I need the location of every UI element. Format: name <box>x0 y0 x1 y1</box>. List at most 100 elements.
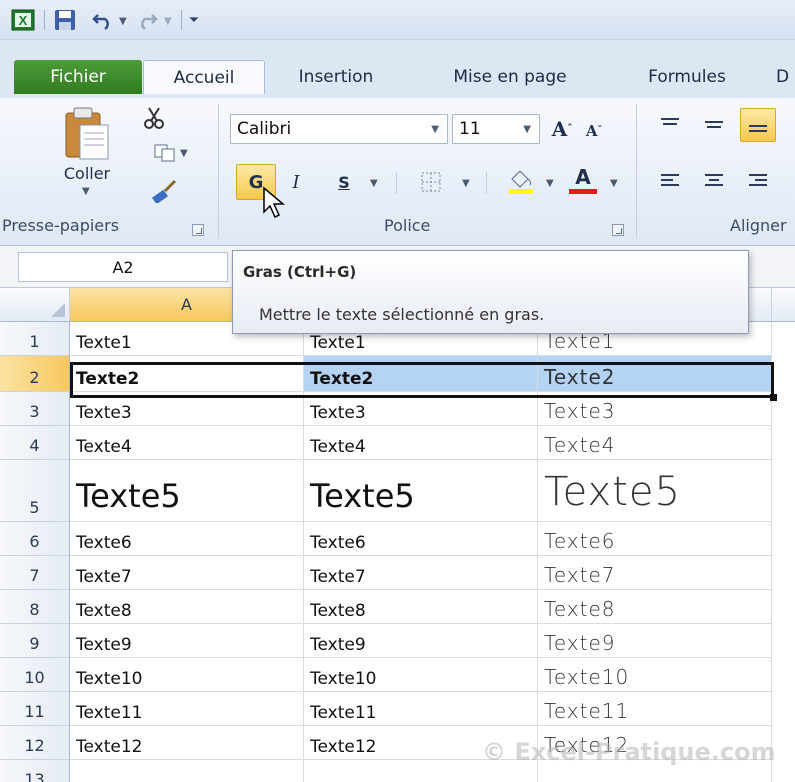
cell-b-9[interactable]: Texte9 <box>304 624 538 658</box>
font-name-dropdown-icon[interactable]: ▼ <box>431 124 439 135</box>
cell-c-10[interactable]: Texte10 <box>538 658 772 692</box>
fill-handle[interactable] <box>770 394 777 401</box>
column-header-d[interactable] <box>772 288 795 322</box>
cell-a-11[interactable]: Texte11 <box>70 692 304 726</box>
row-header[interactable]: 1 <box>0 322 70 356</box>
font-size-combo[interactable]: 11 ▼ <box>452 114 540 144</box>
tab-formulas[interactable]: Formules <box>622 60 752 94</box>
paste-dropdown-icon[interactable]: ▼ <box>82 186 90 197</box>
name-box[interactable]: A2 <box>18 252 228 282</box>
cell-c-9[interactable]: Texte9 <box>538 624 772 658</box>
row-header[interactable]: 6 <box>0 522 70 556</box>
align-middle-icon[interactable] <box>700 112 728 138</box>
cell-b-6[interactable]: Texte6 <box>304 522 538 556</box>
cell-a-6[interactable]: Texte6 <box>70 522 304 556</box>
tab-home[interactable]: Accueil <box>143 60 265 94</box>
align-left-icon[interactable] <box>656 168 684 194</box>
font-name-combo[interactable]: Calibri ▼ <box>230 114 448 144</box>
row-header[interactable]: 11 <box>0 692 70 726</box>
row-header[interactable]: 10 <box>0 658 70 692</box>
cell-a-3[interactable]: Texte3 <box>70 392 304 426</box>
font-launcher-icon[interactable] <box>612 224 624 236</box>
customize-qat-icon[interactable]: ⏷ <box>186 8 202 32</box>
font-color-dropdown-icon[interactable]: ▼ <box>610 178 618 189</box>
align-top-icon[interactable] <box>656 112 684 138</box>
row-header[interactable]: 12 <box>0 726 70 760</box>
row-header[interactable]: 9 <box>0 624 70 658</box>
cell-c-2[interactable]: Texte2 <box>538 356 772 392</box>
font-size-dropdown-icon[interactable]: ▼ <box>523 124 531 135</box>
cell-a-4[interactable]: Texte4 <box>70 426 304 460</box>
cell-a-9[interactable]: Texte9 <box>70 624 304 658</box>
cell-c-5[interactable]: Texte5 <box>538 460 772 522</box>
tooltip-title: Gras (Ctrl+G) <box>243 263 357 281</box>
cell-b-4[interactable]: Texte4 <box>304 426 538 460</box>
cell-b-2[interactable]: Texte2 <box>304 356 538 392</box>
align-bottom-icon[interactable] <box>740 108 776 142</box>
tab-data-label: D <box>776 67 790 87</box>
undo-icon[interactable] <box>90 8 116 32</box>
row-header[interactable]: 3 <box>0 392 70 426</box>
row-header[interactable]: 2 <box>0 356 70 392</box>
font-color-button[interactable]: A <box>566 164 600 196</box>
format-painter-icon[interactable] <box>150 178 178 204</box>
cell-c-11[interactable]: Texte11 <box>538 692 772 726</box>
underline-button[interactable]: S <box>332 168 356 196</box>
underline-dropdown-icon[interactable]: ▼ <box>370 178 378 189</box>
cell-c-4[interactable]: Texte4 <box>538 426 772 460</box>
row-header[interactable]: 13 <box>0 760 70 782</box>
row-header[interactable]: 7 <box>0 556 70 590</box>
cell-a-13[interactable] <box>70 760 304 782</box>
cell-b-5[interactable]: Texte5 <box>304 460 538 522</box>
cell-b-7[interactable]: Texte7 <box>304 556 538 590</box>
tab-data[interactable]: D <box>776 60 795 94</box>
grow-font-icon[interactable]: Aˆ <box>548 114 576 144</box>
cell-c-8[interactable]: Texte8 <box>538 590 772 624</box>
clipboard-group-label: Presse-papiers <box>2 216 119 235</box>
paste-icon[interactable] <box>58 104 114 164</box>
row-header[interactable]: 4 <box>0 426 70 460</box>
excel-icon[interactable]: X <box>10 8 36 32</box>
toolbar-separator <box>486 172 487 194</box>
spreadsheet-grid[interactable]: A B C 1Texte1Texte1Texte12Texte2Texte2Te… <box>0 288 795 782</box>
row-header[interactable]: 5 <box>0 460 70 522</box>
cell-c-3[interactable]: Texte3 <box>538 392 772 426</box>
select-all-corner[interactable] <box>0 288 70 322</box>
cell-a-8[interactable]: Texte8 <box>70 590 304 624</box>
font-size-value: 11 <box>459 119 481 139</box>
shrink-font-icon[interactable]: Aˇ <box>580 118 608 144</box>
align-center-icon[interactable] <box>700 168 728 194</box>
copy-dropdown-icon[interactable]: ▼ <box>180 148 188 159</box>
borders-dropdown-icon[interactable]: ▼ <box>462 178 470 189</box>
fill-color-icon[interactable] <box>504 164 538 196</box>
paste-label: Coller <box>63 163 111 183</box>
redo-icon[interactable] <box>134 8 160 32</box>
borders-icon[interactable] <box>416 168 446 196</box>
cell-a-10[interactable]: Texte10 <box>70 658 304 692</box>
cell-b-8[interactable]: Texte8 <box>304 590 538 624</box>
cell-b-11[interactable]: Texte11 <box>304 692 538 726</box>
cell-a-5[interactable]: Texte5 <box>70 460 304 522</box>
cell-a-7[interactable]: Texte7 <box>70 556 304 590</box>
tab-page-layout[interactable]: Mise en page <box>430 60 590 94</box>
redo-dropdown-icon[interactable]: ▼ <box>164 16 172 27</box>
paste-button[interactable]: Coller <box>42 162 132 184</box>
cell-b-3[interactable]: Texte3 <box>304 392 538 426</box>
cell-a-12[interactable]: Texte12 <box>70 726 304 760</box>
copy-icon[interactable] <box>152 142 178 164</box>
tab-file[interactable]: Fichier <box>14 60 142 94</box>
save-icon[interactable] <box>52 8 78 32</box>
group-separator <box>218 104 219 238</box>
align-right-icon[interactable] <box>744 168 772 194</box>
undo-dropdown-icon[interactable]: ▼ <box>119 16 127 27</box>
cell-b-10[interactable]: Texte10 <box>304 658 538 692</box>
clipboard-launcher-icon[interactable] <box>192 224 204 236</box>
cell-c-7[interactable]: Texte7 <box>538 556 772 590</box>
tab-insert[interactable]: Insertion <box>278 60 394 94</box>
cut-icon[interactable] <box>140 104 168 132</box>
font-name-value: Calibri <box>237 119 292 139</box>
fill-color-dropdown-icon[interactable]: ▼ <box>546 178 554 189</box>
cell-a-2[interactable]: Texte2 <box>70 356 304 392</box>
cell-c-6[interactable]: Texte6 <box>538 522 772 556</box>
row-header[interactable]: 8 <box>0 590 70 624</box>
